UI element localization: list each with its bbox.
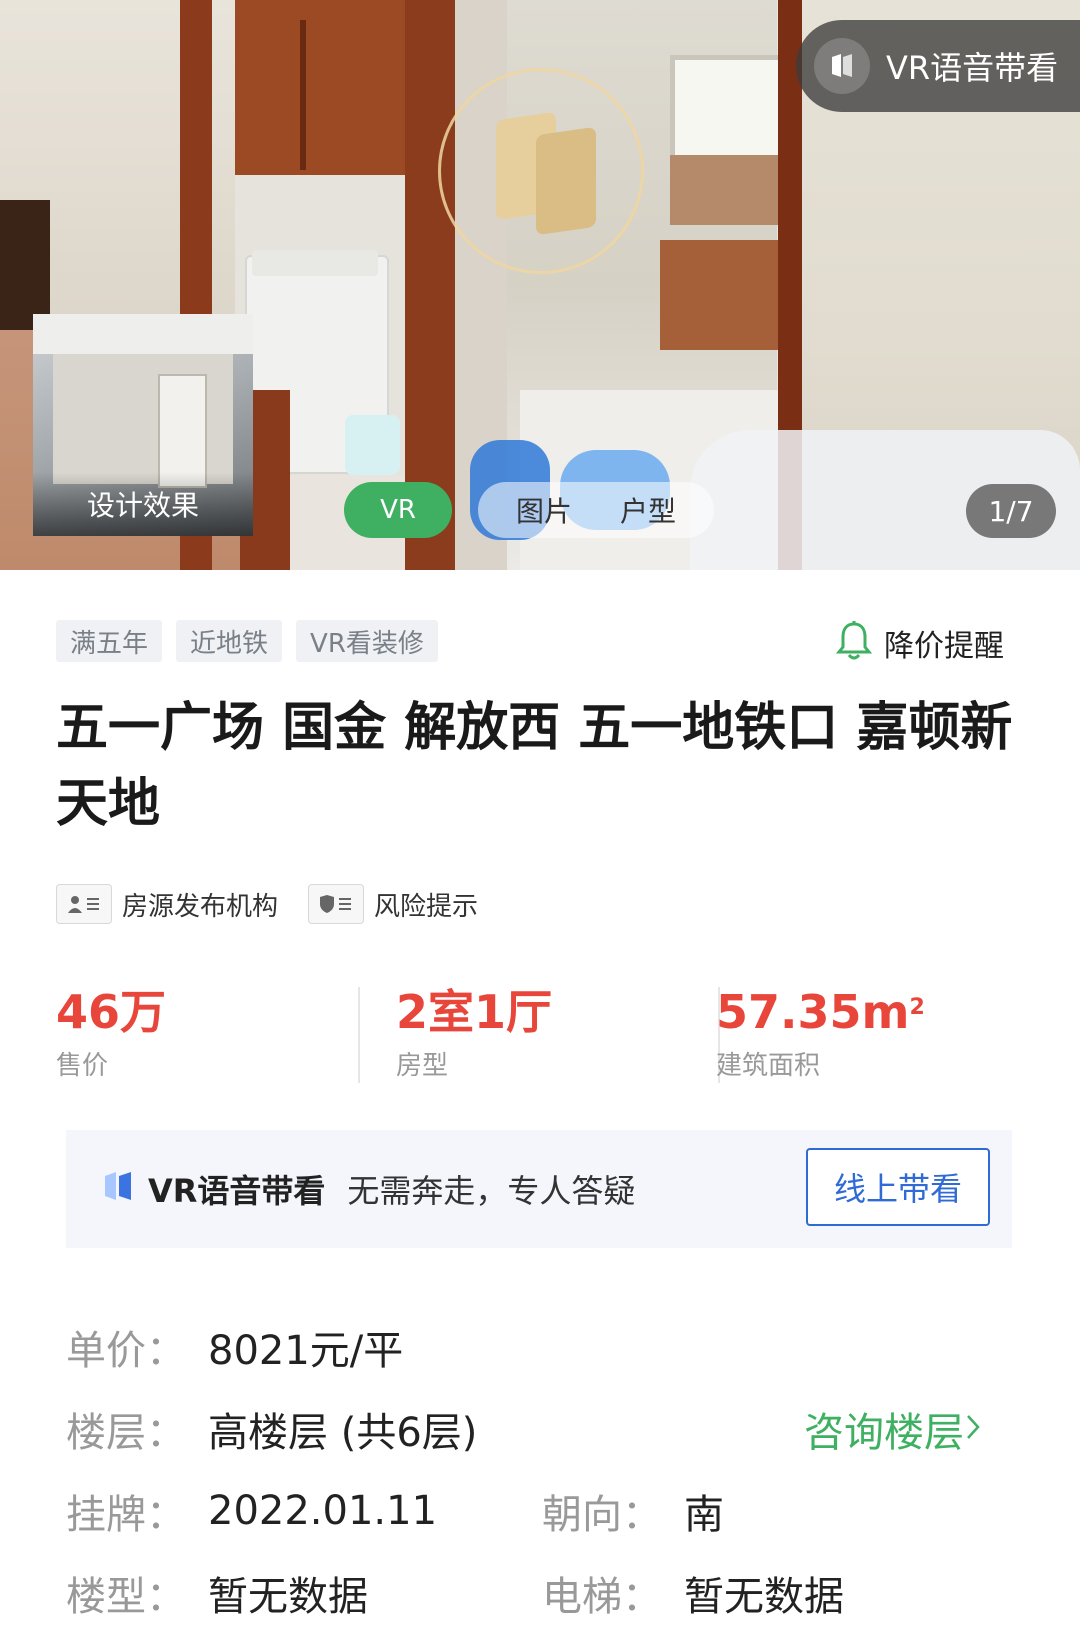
area-value: 57.35m2 (716, 985, 1016, 1039)
price-alert-label: 降价提醒 (884, 629, 1004, 664)
publisher-link[interactable]: 房源发布机构 (56, 884, 278, 924)
stat-price: 46万 售价 (56, 985, 356, 1082)
design-effect-label: 设计效果 (33, 472, 253, 536)
listing-title: 五一广场 国金 解放西 五一地铁口 嘉顿新天地 (56, 698, 1013, 834)
vr-play-icon[interactable] (438, 68, 644, 274)
photo-counter: 1/7 (966, 484, 1056, 538)
building-type-key: 楼型： (66, 1574, 186, 1620)
elevator-field: 电梯： 暂无数据 (542, 1564, 844, 1622)
bell-icon (835, 620, 873, 666)
price-caption: 售价 (56, 1051, 109, 1081)
photo-bucket (345, 415, 400, 475)
design-effect-thumbnail[interactable]: 设计效果 (33, 314, 253, 536)
listed-value: 2022.01.11 (208, 1488, 438, 1534)
listed-key: 挂牌： (66, 1492, 186, 1538)
area-unit-superscript: 2 (909, 995, 925, 1020)
detail-row-floor: 楼层： 高楼层 (共6层) 咨询楼层 (66, 1400, 1026, 1458)
photo-chair (0, 200, 50, 330)
risk-notice-label: 风险提示 (374, 891, 479, 922)
publisher-icon (56, 884, 112, 924)
price-value: 46万 (56, 985, 167, 1039)
stats-divider (358, 987, 360, 1083)
detail-row-building-type: 楼型： 暂无数据 电梯： 暂无数据 (66, 1564, 1026, 1622)
tag-five-years: 满五年 (56, 620, 163, 662)
orientation-field: 朝向： 南 (542, 1482, 724, 1540)
price-drop-alert-button[interactable]: 降价提醒 (835, 620, 1004, 666)
area-number: 57.35m (716, 985, 910, 1039)
tab-floorplan[interactable]: 户型 (596, 490, 700, 530)
online-viewing-button[interactable]: 线上带看 (806, 1148, 990, 1226)
vr-voice-label: VR语音带看 (886, 49, 1059, 87)
listing-tags: 满五年 近地铁 VR看装修 (56, 620, 452, 662)
tab-group: 图片 户型 (478, 482, 715, 538)
layout-value: 2室1厅 (396, 985, 553, 1039)
publisher-label: 房源发布机构 (122, 891, 279, 922)
floor-value: 高楼层 (共6层) (208, 1410, 478, 1456)
stat-area: 57.35m2 建筑面积 (716, 985, 1016, 1082)
vr-guide-banner: VR语音带看 无需奔走，专人答疑 线上带看 (66, 1130, 1012, 1248)
floor-key: 楼层： (66, 1410, 186, 1456)
media-tabs: VR 图片 户型 (344, 482, 715, 538)
vr-voice-guide-button[interactable]: VR语音带看 (796, 20, 1080, 112)
photo-counter (660, 240, 780, 350)
meta-links: 房源发布机构 风险提示 (56, 884, 508, 924)
area-caption: 建筑面积 (716, 1051, 821, 1081)
photo-cabinet-split (300, 20, 306, 170)
shield-icon (308, 884, 365, 924)
risk-notice-link[interactable]: 风险提示 (308, 884, 478, 924)
unit-price-key: 单价： (66, 1328, 186, 1374)
tab-photos[interactable]: 图片 (492, 490, 596, 530)
listing-photo[interactable]: VR语音带看 设计效果 VR 图片 户型 1/7 (0, 0, 1080, 570)
vr-card-right (536, 126, 596, 236)
unit-price-value: 8021元/平 (208, 1328, 404, 1374)
tag-near-subway: 近地铁 (176, 620, 283, 662)
chevron-right-icon (964, 1406, 982, 1452)
vr-guide-name: VR语音带看 (148, 1172, 326, 1210)
stat-layout: 2室1厅 房型 (396, 985, 696, 1082)
vr-guide-icon (102, 1169, 134, 1209)
building-type-value: 暂无数据 (208, 1574, 368, 1620)
photo-tiles (670, 155, 780, 225)
key-stats: 46万 售价 2室1厅 房型 57.35m2 建筑面积 (56, 985, 1016, 1083)
orientation-value: 南 (684, 1492, 724, 1538)
photo-window (670, 55, 790, 160)
elevator-value: 暂无数据 (684, 1574, 844, 1620)
orientation-key: 朝向： (542, 1492, 662, 1538)
vr-logo-icon (814, 38, 870, 94)
consult-floor-label: 咨询楼层 (804, 1410, 964, 1456)
layout-caption: 房型 (396, 1051, 449, 1081)
thumb-ceiling (33, 314, 253, 354)
photo-washer-top (252, 250, 378, 276)
elevator-key: 电梯： (542, 1574, 662, 1620)
tab-vr[interactable]: VR (344, 482, 452, 538)
detail-row-listed: 挂牌： 2022.01.11 朝向： 南 (66, 1482, 1026, 1540)
vr-guide-subtitle: 无需奔走，专人答疑 (347, 1172, 636, 1210)
detail-row-unit-price: 单价： 8021元/平 (66, 1318, 1026, 1376)
photo-cabinet (235, 0, 415, 175)
tag-vr-decoration: VR看装修 (296, 620, 438, 662)
thumb-door (158, 374, 207, 488)
consult-floor-link[interactable]: 咨询楼层 (804, 1400, 982, 1458)
